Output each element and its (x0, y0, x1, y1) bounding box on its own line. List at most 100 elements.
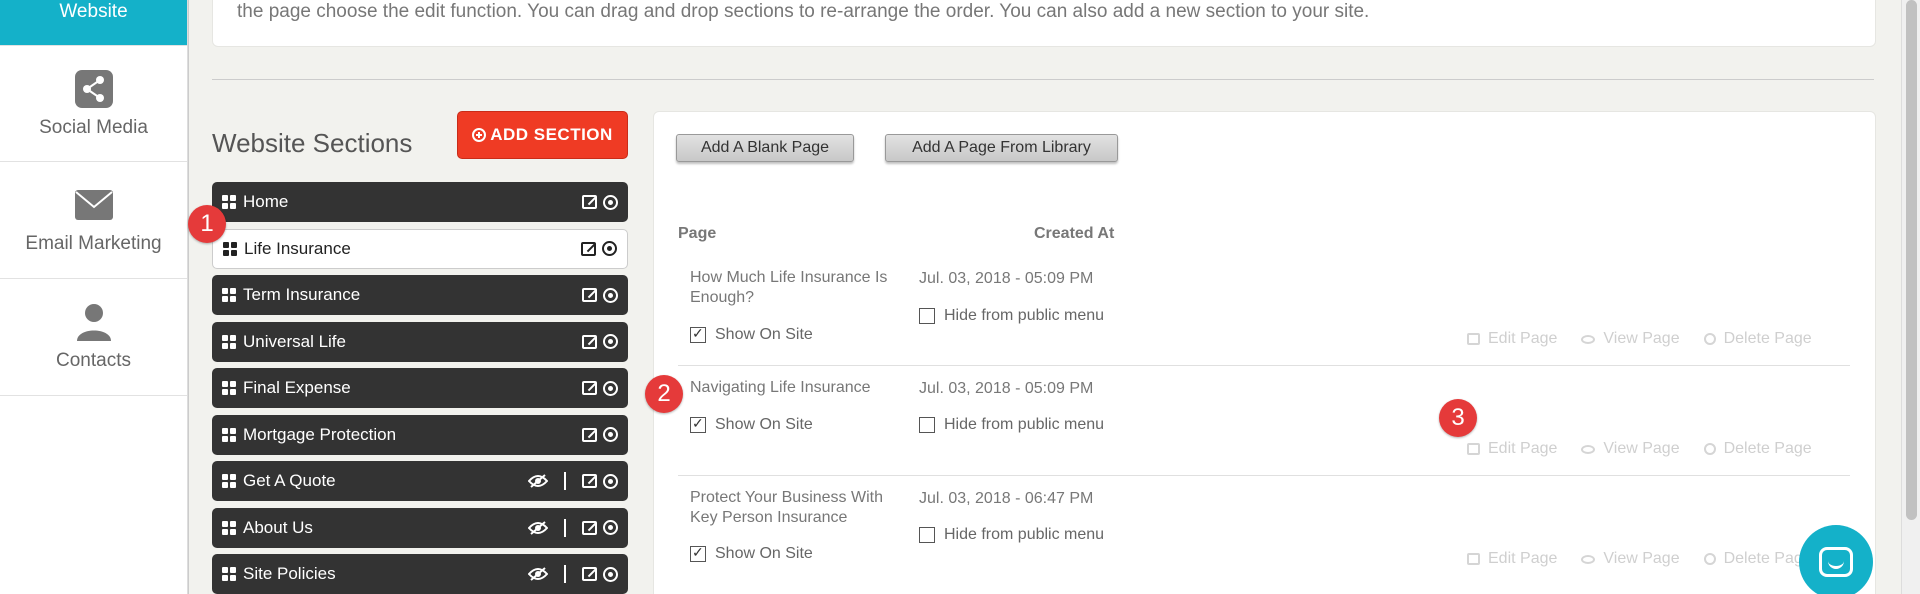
add-page-from-library-button[interactable]: Add A Page From Library (885, 134, 1118, 162)
scrollbar[interactable] (1901, 0, 1920, 594)
section-label: Site Policies (243, 564, 336, 583)
edit-page-label: Edit Page (1488, 550, 1558, 567)
section-list: Home Life Insurance Term Insurance Unive… (212, 182, 628, 594)
grid-icon (222, 520, 236, 535)
edit-icon[interactable] (582, 195, 597, 209)
grid-icon (222, 381, 236, 395)
delete-page-link[interactable]: Delete Page (1703, 330, 1812, 348)
page-date: Jul. 03, 2018 - 05:09 PM (919, 380, 1094, 397)
hide-menu-option[interactable]: Hide from public menu (919, 416, 1104, 434)
show-on-site-option[interactable]: Show On Site (690, 415, 813, 434)
nav-contacts[interactable]: Contacts (0, 279, 187, 396)
delete-icon (1703, 553, 1716, 565)
section-row-final-expense[interactable]: Final Expense (212, 368, 628, 408)
edit-page-link[interactable]: Edit Page (1467, 330, 1557, 348)
edit-icon (1467, 443, 1480, 455)
user-icon (74, 302, 114, 342)
eye-icon (1581, 334, 1596, 344)
hide-menu-option[interactable]: Hide from public menu (919, 307, 1104, 325)
hide-menu-label: Hide from public menu (944, 307, 1105, 324)
edit-icon[interactable] (582, 381, 597, 395)
edit-icon[interactable] (582, 288, 597, 302)
show-on-site-checkbox[interactable] (690, 325, 706, 343)
delete-page-link[interactable]: Delete Page (1703, 440, 1812, 458)
remove-icon[interactable] (603, 334, 618, 349)
delete-page-link[interactable]: Delete Page (1703, 550, 1812, 568)
section-row-universal-life[interactable]: Universal Life (212, 321, 628, 362)
edit-icon[interactable] (582, 567, 597, 581)
section-label: Life Insurance (244, 238, 351, 258)
remove-icon[interactable] (603, 287, 618, 303)
edit-icon (1467, 333, 1480, 345)
chat-icon (1819, 547, 1853, 577)
remove-icon[interactable] (602, 241, 617, 256)
edit-icon[interactable] (582, 427, 597, 442)
show-on-site-label: Show On Site (715, 416, 813, 433)
grid-icon (222, 474, 236, 488)
eye-slash-icon[interactable] (528, 567, 548, 581)
show-on-site-option[interactable]: Show On Site (690, 544, 813, 563)
section-label: Term Insurance (243, 285, 361, 304)
show-on-site-checkbox[interactable] (690, 544, 706, 562)
section-row-mortgage-protection[interactable]: Mortgage Protection (212, 414, 628, 455)
page-date: Jul. 03, 2018 - 06:47 PM (919, 490, 1094, 507)
section-row-life-insurance[interactable]: Life Insurance (212, 228, 628, 269)
edit-icon[interactable] (582, 334, 597, 349)
show-on-site-option[interactable]: Show On Site (690, 325, 813, 344)
add-blank-page-button[interactable]: Add A Blank Page (676, 134, 854, 162)
view-page-link[interactable]: View Page (1581, 550, 1680, 568)
separator (564, 472, 566, 490)
annotation-badge-1: 1 (188, 205, 226, 243)
show-on-site-checkbox[interactable] (690, 415, 706, 433)
page-date: Jul. 03, 2018 - 05:09 PM (919, 270, 1094, 287)
section-label: Mortgage Protection (243, 424, 397, 444)
section-row-get-a-quote[interactable]: Get A Quote (212, 461, 628, 501)
hide-menu-option[interactable]: Hide from public menu (919, 526, 1104, 544)
edit-icon[interactable] (581, 241, 596, 256)
row-actions: Edit Page View Page Delete Page (1467, 440, 1826, 458)
section-row-term-insurance[interactable]: Term Insurance (212, 275, 628, 315)
eye-slash-icon[interactable] (528, 474, 548, 488)
annotation-badge-2: 2 (645, 375, 683, 413)
sidebar-border (188, 0, 189, 594)
add-section-button[interactable]: ADD SECTION (457, 111, 628, 159)
chat-button[interactable] (1799, 525, 1873, 594)
remove-icon[interactable] (603, 194, 618, 210)
remove-icon[interactable] (603, 380, 618, 396)
view-page-link[interactable]: View Page (1581, 440, 1680, 458)
scrollbar-thumb[interactable] (1906, 0, 1917, 520)
edit-icon[interactable] (582, 520, 597, 535)
remove-icon[interactable] (603, 427, 618, 442)
delete-icon (1703, 443, 1716, 455)
eye-icon (1581, 444, 1596, 454)
hide-menu-checkbox[interactable] (919, 527, 935, 543)
section-label: Home (243, 192, 289, 211)
edit-icon[interactable] (582, 474, 597, 488)
separator (564, 518, 566, 537)
intro-text: the page choose the edit function. You c… (237, 1, 1370, 22)
section-row-home[interactable]: Home (212, 182, 628, 222)
nav-email-marketing[interactable]: Email Marketing (0, 162, 187, 279)
section-label: Get A Quote (243, 471, 336, 490)
column-header-page: Page (678, 225, 717, 242)
hide-menu-checkbox[interactable] (919, 417, 935, 433)
row-actions: Edit Page View Page Delete Page (1467, 550, 1826, 568)
remove-icon[interactable] (603, 473, 618, 489)
remove-icon[interactable] (603, 566, 618, 582)
view-page-link[interactable]: View Page (1581, 330, 1680, 348)
grid-icon (223, 241, 237, 256)
hide-menu-checkbox[interactable] (919, 308, 935, 324)
nav-website-label: Website (59, 1, 128, 22)
edit-page-link[interactable]: Edit Page (1467, 440, 1557, 458)
intro-box: the page choose the edit function. You c… (212, 0, 1876, 47)
eye-slash-icon[interactable] (528, 520, 548, 535)
nav-social-media[interactable]: Social Media (0, 46, 187, 162)
section-row-site-policies[interactable]: Site Policies (212, 554, 628, 594)
remove-icon[interactable] (603, 520, 618, 535)
edit-page-link[interactable]: Edit Page (1467, 550, 1557, 568)
section-row-about-us[interactable]: About Us (212, 507, 628, 548)
nav-website[interactable]: Website (0, 0, 187, 46)
view-page-label: View Page (1603, 330, 1680, 347)
grid-icon (222, 567, 236, 581)
grid-icon (222, 288, 236, 302)
